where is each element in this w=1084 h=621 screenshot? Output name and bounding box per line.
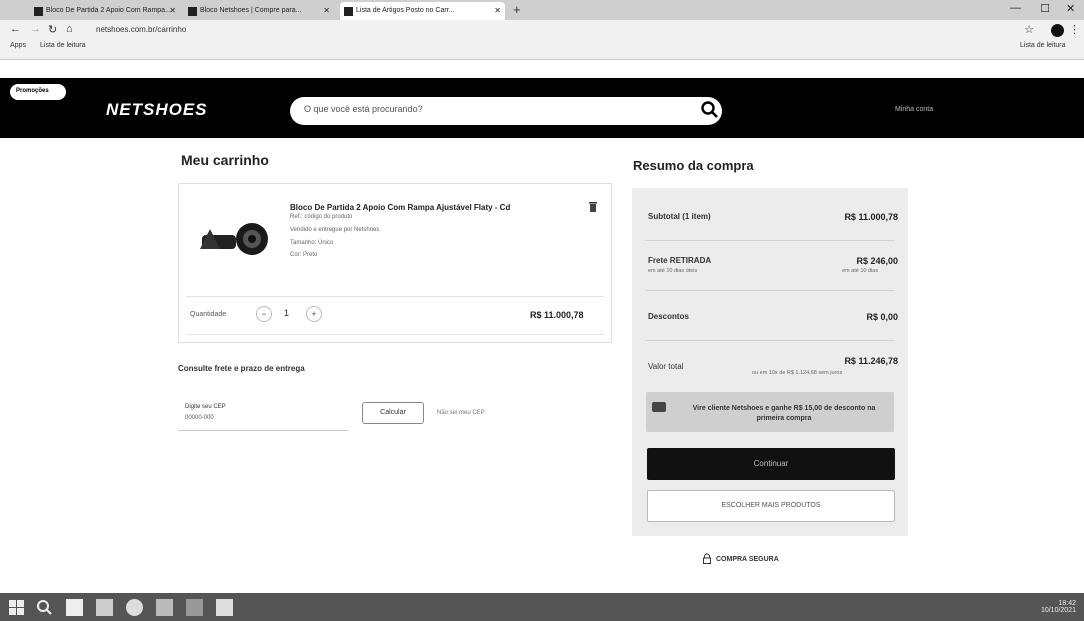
shipping-title: Consulte frete e prazo de entrega [178,364,305,373]
cart-title: Meu carrinho [181,152,269,168]
reload-icon[interactable]: ↻ [48,23,57,36]
continue-button[interactable]: Continuar [647,448,895,480]
windows-start-icon[interactable] [8,599,25,616]
product-ref: Ref.: código do produto [290,214,353,220]
divider [186,296,604,297]
tab-2[interactable]: Bloco Netshoes | Compre para... ✕ [184,2,334,20]
unknown-cep-link[interactable]: Não sei meu CEP [437,410,485,416]
url-field[interactable]: netshoes.com.br/carrinho [90,23,1010,37]
lock-icon [703,553,711,564]
app-icon[interactable] [186,599,203,616]
clock-date: 10/10/2021 [1040,607,1076,614]
search-input[interactable]: O que você está procurando? [290,97,722,125]
favicon-icon [188,7,197,16]
favicon-icon [344,7,353,16]
item-price: R$ 11.000,78 [530,310,584,320]
discount-label: Descontos [648,312,689,321]
maximize-icon[interactable]: ☐ [1040,2,1050,15]
word-icon[interactable] [216,599,233,616]
close-tab-icon[interactable]: ✕ [323,6,330,15]
summary-divider [645,340,895,341]
summary-divider [645,240,895,241]
discount-value: R$ 0,00 [866,312,898,322]
cep-value[interactable]: 00000-000 [185,415,214,421]
close-tab-icon[interactable]: ✕ [169,6,176,15]
promo-text: Vire cliente Netshoes e ganhe R$ 15,00 d… [692,405,876,422]
product-name[interactable]: Bloco De Partida 2 Apoio Com Rampa Ajust… [290,203,510,212]
freight-label: Frete RETIRADA [648,256,712,265]
search-icon[interactable] [700,100,720,120]
freight-value: R$ 246,00 [856,256,898,266]
bookmark-star-icon[interactable]: ☆ [1024,23,1034,36]
subtotal-label: Subtotal (1 item) [648,212,711,221]
new-tab-icon[interactable]: + [513,2,521,17]
bookmark-apps[interactable]: Apps [10,42,26,49]
app-icon[interactable] [66,599,83,616]
choose-more-products-button[interactable]: ESCOLHER MAIS PRODUTOS [647,490,895,522]
cep-label: Digite seu CEP [185,404,226,410]
calculate-button[interactable]: Calcular [362,402,424,424]
account-link[interactable]: Minha conta [895,106,933,113]
secure-purchase-label: COMPRA SEGURA [716,556,779,563]
freight-subtext: em até 10 dias úteis [648,268,698,274]
forward-icon[interactable]: → [30,23,41,35]
installments-text: ou em 10x de R$ 1.124,68 sem juros [752,370,843,376]
close-window-icon[interactable]: ✕ [1066,2,1075,15]
summary-title: Resumo da compra [633,158,754,173]
favicon-icon [34,7,43,16]
product-color: Cor: Preto [290,252,318,258]
freight-subtext-right: em até 10 dias [842,268,879,274]
minimize-icon[interactable]: — [1010,2,1021,14]
subtotal-value: R$ 11.000,78 [844,212,898,222]
netshoes-logo[interactable]: NETSHOES [106,100,208,120]
clock-time: 18:42 [1058,600,1076,607]
trash-icon[interactable] [588,200,598,212]
file-explorer-icon[interactable] [156,599,173,616]
quantity-value[interactable]: 1 [284,308,289,318]
product-image[interactable] [196,215,276,263]
divider [186,334,604,335]
search-icon[interactable] [36,599,53,616]
home-icon[interactable]: ⌂ [66,23,73,35]
quantity-label: Quantidade [190,311,227,318]
menu-dots-icon[interactable]: ⋮ [1069,23,1080,36]
total-label: Valor total [648,362,684,371]
summary-divider [645,290,895,291]
tab-3-active[interactable]: Lista de Artigos Posto no Carr... ✕ [340,2,505,20]
card-icon [652,402,666,412]
quantity-minus-button[interactable]: − [256,306,272,322]
reading-list[interactable]: Lista de leitura [1020,42,1066,49]
tab-1[interactable]: Bloco De Partida 2 Apoio Com Rampa... ✕ [30,2,180,20]
quantity-plus-button[interactable]: + [306,306,322,322]
app-icon[interactable] [96,599,113,616]
product-seller: Vendido e entregue por Netshoes [290,227,380,233]
bookmark-item[interactable]: Lista de leitura [40,42,86,49]
profile-avatar[interactable] [1051,24,1064,37]
promo-pill[interactable]: Promoções [10,84,66,100]
chrome-icon[interactable] [126,599,143,616]
total-value: R$ 11.246,78 [844,356,898,366]
close-tab-icon[interactable]: ✕ [494,6,501,15]
taskbar-clock[interactable]: 18:42 10/10/2021 [1041,600,1076,614]
product-size: Tamanho: Único [290,240,334,246]
back-icon[interactable]: ← [10,23,21,35]
cep-field[interactable] [178,397,348,431]
